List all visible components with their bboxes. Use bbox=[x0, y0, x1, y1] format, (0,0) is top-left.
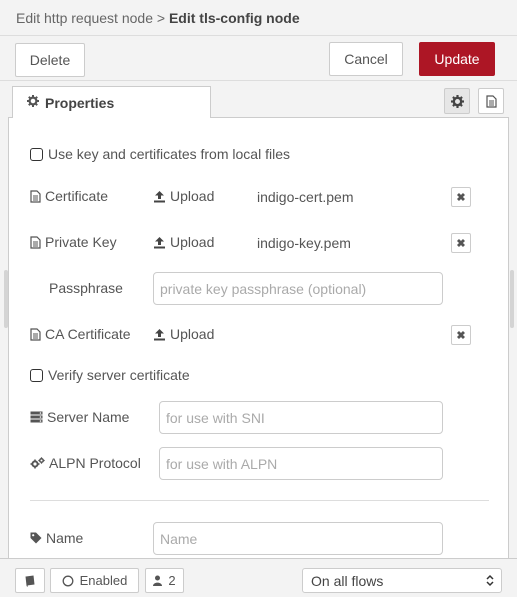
private-key-clear-button[interactable]: ✖ bbox=[451, 233, 471, 253]
verify-server-checkbox[interactable] bbox=[30, 368, 43, 382]
users-count: 2 bbox=[168, 573, 176, 588]
ca-certificate-label: CA Certificate bbox=[30, 326, 131, 342]
update-button[interactable]: Update bbox=[419, 42, 495, 76]
tab-properties-label: Properties bbox=[45, 95, 115, 111]
private-key-label: Private Key bbox=[30, 234, 117, 250]
breadcrumb-current: Edit tls-config node bbox=[168, 10, 300, 26]
document-icon bbox=[485, 94, 497, 108]
server-name-input[interactable] bbox=[159, 401, 443, 434]
alpn-protocol-label: ALPN Protocol bbox=[30, 455, 141, 471]
upload-icon bbox=[153, 236, 166, 249]
name-label: Name bbox=[30, 530, 83, 546]
section-divider bbox=[30, 500, 489, 501]
certificate-row: Certificate bbox=[30, 188, 108, 204]
breadcrumb: Edit http request node > Edit tls-config… bbox=[0, 0, 517, 36]
certificate-label: Certificate bbox=[30, 188, 108, 204]
breadcrumb-separator: > bbox=[156, 10, 166, 26]
upload-icon bbox=[153, 190, 166, 203]
passphrase-input[interactable] bbox=[153, 272, 443, 305]
use-local-files-label: Use key and certificates from local file… bbox=[48, 146, 290, 162]
alpn-protocol-input[interactable] bbox=[159, 447, 443, 480]
enabled-label: Enabled bbox=[79, 573, 128, 588]
users-count-button[interactable]: 2 bbox=[145, 568, 184, 593]
node-help-button[interactable] bbox=[15, 568, 45, 593]
gear-icon bbox=[27, 95, 39, 107]
book-icon bbox=[24, 575, 36, 587]
delete-button[interactable]: Delete bbox=[15, 43, 85, 77]
certificate-clear-button[interactable]: ✖ bbox=[451, 187, 471, 207]
file-icon bbox=[30, 235, 41, 249]
name-row: Name bbox=[30, 530, 83, 546]
dialog-footer: Enabled 2 On all flows bbox=[0, 558, 517, 597]
cancel-button[interactable]: Cancel bbox=[329, 42, 403, 76]
ca-certificate-clear-button[interactable]: ✖ bbox=[451, 325, 471, 345]
alpn-protocol-row: ALPN Protocol bbox=[30, 455, 141, 471]
server-name-label: Server Name bbox=[30, 409, 129, 425]
chevron-up-down-icon bbox=[485, 573, 495, 588]
use-local-files-row: Use key and certificates from local file… bbox=[30, 146, 290, 162]
private-key-filename: indigo-key.pem bbox=[257, 235, 351, 251]
file-icon bbox=[30, 327, 41, 341]
properties-tab-button[interactable] bbox=[444, 88, 470, 114]
scope-select[interactable]: On all flows bbox=[302, 568, 502, 593]
gears-icon bbox=[30, 457, 45, 469]
tag-icon bbox=[30, 532, 42, 544]
private-key-row: Private Key bbox=[30, 234, 117, 250]
enabled-toggle[interactable]: Enabled bbox=[50, 568, 139, 593]
breadcrumb-parent[interactable]: Edit http request node bbox=[16, 10, 153, 26]
private-key-upload-button[interactable]: Upload bbox=[153, 234, 214, 250]
server-name-row: Server Name bbox=[30, 409, 129, 425]
file-icon bbox=[30, 189, 41, 203]
gear-icon bbox=[450, 94, 464, 108]
ca-certificate-row: CA Certificate bbox=[30, 326, 131, 342]
dialog-toolbar: Delete Cancel Update bbox=[0, 37, 517, 81]
tab-properties[interactable]: Properties bbox=[12, 86, 211, 119]
user-icon bbox=[153, 575, 163, 586]
use-local-files-checkbox[interactable] bbox=[30, 147, 43, 161]
circle-icon bbox=[62, 575, 74, 587]
ca-certificate-upload-button[interactable]: Upload bbox=[153, 326, 214, 342]
name-input[interactable] bbox=[153, 522, 443, 555]
verify-server-row: Verify server certificate bbox=[30, 367, 190, 383]
properties-panel: Use key and certificates from local file… bbox=[8, 118, 509, 558]
upload-icon bbox=[153, 328, 166, 341]
certificate-filename: indigo-cert.pem bbox=[257, 189, 354, 205]
verify-server-label: Verify server certificate bbox=[48, 367, 190, 383]
tab-bar: Properties bbox=[8, 82, 509, 119]
certificate-upload-button[interactable]: Upload bbox=[153, 188, 214, 204]
scope-selected-value: On all flows bbox=[311, 572, 384, 589]
server-icon bbox=[30, 411, 43, 423]
right-resize-handle[interactable] bbox=[510, 270, 514, 328]
passphrase-label: Passphrase bbox=[49, 280, 123, 296]
description-tab-button[interactable] bbox=[478, 88, 504, 114]
